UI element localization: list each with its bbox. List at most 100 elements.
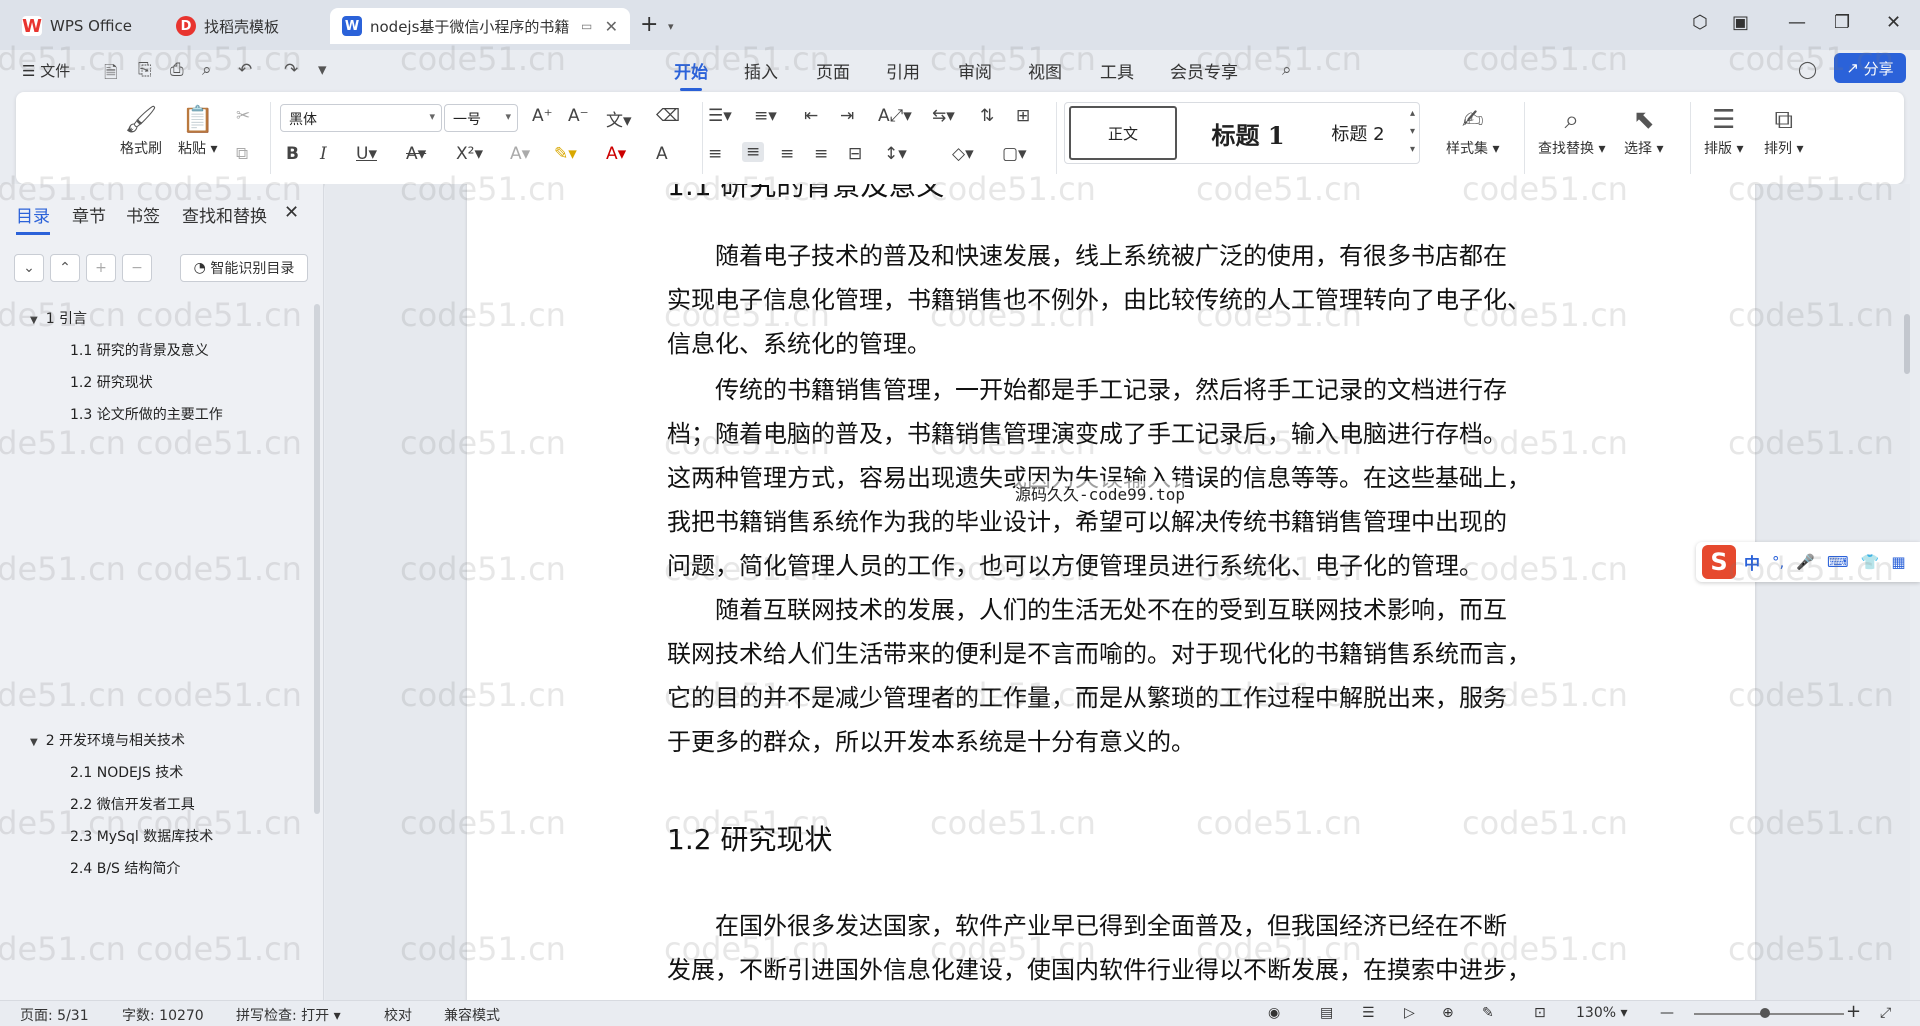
find-replace-button[interactable]: ⌕ 查找替换 ▾: [1538, 102, 1605, 158]
tab-page[interactable]: 页面: [816, 58, 850, 83]
proofread[interactable]: 校对: [384, 1005, 412, 1025]
zoom-in-icon[interactable]: +: [1846, 1001, 1861, 1022]
style-gallery-scroll[interactable]: ▴ ▾ ▾: [1410, 105, 1415, 159]
expand-triangle-icon[interactable]: ▼: [30, 737, 38, 748]
print-preview-icon[interactable]: ⌕: [202, 60, 212, 80]
smart-toc-button[interactable]: ◔ 智能识别目录: [180, 254, 308, 282]
sidebar-tab-toc[interactable]: 目录: [16, 202, 50, 235]
align-left-icon[interactable]: ≡: [708, 144, 722, 164]
sort-icon[interactable]: ⇅: [980, 106, 994, 126]
underline-icon[interactable]: U▾: [356, 144, 377, 164]
document-scrollbar[interactable]: [1903, 204, 1910, 984]
tab-wps-office[interactable]: W WPS Office: [10, 8, 153, 44]
text-direction-icon[interactable]: A⤢▾: [878, 106, 912, 126]
minimize-icon[interactable]: —: [1788, 12, 1806, 33]
outline-view-icon[interactable]: ☰: [1362, 1005, 1375, 1021]
style-normal[interactable]: 正文: [1069, 106, 1177, 160]
new-tab-icon[interactable]: +: [640, 12, 658, 37]
web-view-icon[interactable]: ⊕: [1442, 1005, 1454, 1021]
fit-page-icon[interactable]: ⊡: [1534, 1005, 1546, 1021]
superscript-icon[interactable]: X²▾: [456, 144, 483, 164]
zoom-slider-handle[interactable]: [1760, 1008, 1770, 1018]
copy-icon[interactable]: ⧉: [236, 144, 248, 164]
close-pane-icon[interactable]: ✕: [284, 202, 299, 223]
toc-item[interactable]: 1.3 论文所做的主要工作: [70, 404, 223, 424]
eye-protection-icon[interactable]: ◉: [1268, 1005, 1280, 1021]
distributed-icon[interactable]: ⊟: [848, 144, 862, 164]
tab-references[interactable]: 引用: [886, 58, 920, 83]
font-color-icon[interactable]: A▾: [606, 144, 626, 164]
tab-document[interactable]: W nodejs基于微信小程序的书籍 ▭ ✕: [330, 8, 630, 44]
bold-icon[interactable]: B: [286, 144, 299, 164]
align-center-icon[interactable]: ≡: [742, 142, 765, 162]
scroll-thumb[interactable]: [1904, 314, 1910, 374]
play-icon[interactable]: ▷: [1404, 1005, 1415, 1021]
add-level-icon[interactable]: +: [86, 254, 116, 282]
select-button[interactable]: ⬉ 选择 ▾: [1624, 102, 1663, 158]
export-pdf-icon[interactable]: ⎘: [138, 60, 152, 80]
shrink-font-icon[interactable]: A⁻: [568, 106, 589, 126]
close-window-icon[interactable]: ✕: [1886, 12, 1901, 33]
page-view-icon[interactable]: ▤: [1320, 1005, 1333, 1021]
close-tab-icon[interactable]: ✕: [605, 17, 618, 36]
sidebar-tab-bookmarks[interactable]: 书签: [126, 202, 160, 227]
line-break-icon[interactable]: ⇆▾: [932, 106, 955, 126]
toc-item[interactable]: 1.1 研究的背景及意义: [70, 340, 209, 360]
collapse-up-icon[interactable]: ⌃: [50, 254, 80, 282]
toc-item[interactable]: 2.2 微信开发者工具: [70, 794, 195, 814]
font-size-select[interactable]: 一号 ▾: [444, 104, 518, 132]
tab-insert[interactable]: 插入: [744, 58, 778, 83]
border-icon[interactable]: ▢▾: [1002, 144, 1027, 164]
toc-item[interactable]: 2.4 B/S 结构简介: [70, 858, 180, 878]
apps-grid-icon[interactable]: ▦: [1891, 553, 1905, 571]
sidebar-tab-find[interactable]: 查找和替换: [182, 202, 267, 227]
style-heading-1[interactable]: 标题 1: [1193, 106, 1303, 160]
undo-icon[interactable]: ↶: [238, 60, 252, 80]
paste-button[interactable]: 📋 粘贴 ▾: [178, 102, 217, 158]
sidebar-tab-chapters[interactable]: 章节: [72, 202, 106, 227]
chevron-down-icon[interactable]: ▾: [318, 60, 327, 80]
print-icon[interactable]: ⎙: [170, 60, 184, 80]
tab-review[interactable]: 审阅: [958, 58, 992, 83]
style-heading-2[interactable]: 标题 2: [1313, 106, 1403, 160]
skin-icon[interactable]: 👕: [1861, 553, 1880, 571]
toc-item[interactable]: ▼ 1 引言: [30, 308, 87, 328]
tab-template[interactable]: D 找稻壳模板: [164, 8, 324, 44]
keyboard-icon[interactable]: ⌨: [1827, 553, 1849, 571]
word-count[interactable]: 字数: 10270: [122, 1005, 204, 1025]
tab-tools[interactable]: 工具: [1100, 58, 1134, 83]
document-page[interactable]: 1.1 研究的背景及意义 随着电子技术的普及和快速发展，线上系统被广泛的使用，有…: [467, 184, 1755, 1000]
fullscreen-icon[interactable]: ⤢: [1880, 1005, 1891, 1021]
share-button[interactable]: ↗ 分享: [1834, 53, 1906, 83]
align-right-icon[interactable]: ≡: [780, 144, 794, 164]
chevron-down-icon[interactable]: ▾: [668, 20, 674, 33]
bullet-list-icon[interactable]: ☰▾: [708, 106, 732, 126]
zoom-level[interactable]: 130% ▾: [1576, 1005, 1628, 1021]
toc-item[interactable]: 2.1 NODEJS 技术: [70, 762, 183, 782]
layout-button[interactable]: ☰ 排版 ▾: [1704, 102, 1743, 158]
microphone-icon[interactable]: 🎤: [1796, 553, 1815, 571]
page-count[interactable]: 页面: 5/31: [20, 1005, 89, 1025]
arrange-button[interactable]: ⧉ 排列 ▾: [1764, 102, 1803, 158]
phonetic-icon[interactable]: 文▾: [606, 106, 632, 131]
pen-icon[interactable]: ✎: [1482, 1005, 1494, 1021]
tab-home[interactable]: 开始: [674, 58, 708, 91]
line-spacing-icon[interactable]: ↕▾: [884, 144, 907, 164]
toc-item[interactable]: ▼ 2 开发环境与相关技术: [30, 730, 185, 750]
restore-icon[interactable]: ❐: [1834, 12, 1850, 33]
avatar[interactable]: ▣: [1732, 12, 1749, 33]
show-marks-icon[interactable]: ⊞: [1016, 106, 1030, 126]
italic-icon[interactable]: I: [320, 144, 327, 164]
char-shading-icon[interactable]: A: [656, 144, 668, 164]
ime-mode[interactable]: 中: [1744, 550, 1760, 574]
decrease-indent-icon[interactable]: ⇤: [804, 106, 818, 126]
redo-icon[interactable]: ↷: [284, 60, 298, 80]
format-painter-button[interactable]: 🖌 格式刷: [120, 102, 162, 158]
tab-view[interactable]: 视图: [1028, 58, 1062, 83]
tab-member[interactable]: 会员专享: [1170, 58, 1238, 83]
sidebar-scrollbar[interactable]: [314, 304, 320, 814]
font-name-select[interactable]: 黑体 ▾: [280, 104, 442, 132]
shading-icon[interactable]: ◇▾: [952, 144, 974, 164]
collapse-down-icon[interactable]: ⌄: [14, 254, 44, 282]
toc-item[interactable]: 1.2 研究现状: [70, 372, 153, 392]
